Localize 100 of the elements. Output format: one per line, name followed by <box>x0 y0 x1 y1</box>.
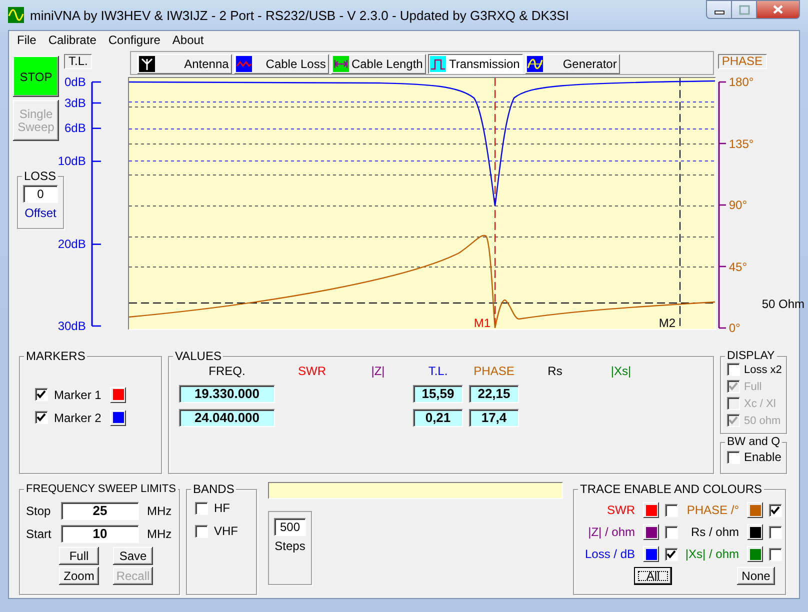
unit-label: MHz <box>147 527 172 541</box>
value-field: 24.040.000 <box>179 409 275 427</box>
panel-title: BW and Q <box>727 436 780 448</box>
offset-field[interactable]: 0 <box>23 185 58 203</box>
trace-checkbox[interactable] <box>665 548 678 560</box>
value-field: 19.330.000 <box>179 385 275 403</box>
panel-title: FREQUENCY SWEEP LIMITS <box>26 483 176 495</box>
checkmark-icon <box>727 380 740 393</box>
pulse-icon <box>430 56 446 72</box>
value-field: 0,21 <box>413 409 463 427</box>
axis-label: 10dB <box>58 155 86 168</box>
color-swatch[interactable] <box>110 386 126 402</box>
axis-label: 30dB <box>58 320 86 332</box>
column-header: |Z| <box>370 363 386 379</box>
trace-checkbox[interactable] <box>665 504 678 516</box>
sweep-button[interactable]: Full <box>59 547 99 565</box>
axis-title: PHASE <box>718 54 767 69</box>
menu-item[interactable]: Configure <box>102 32 166 49</box>
trace-label: Rs / ohm <box>690 525 739 539</box>
marker-label: M1 <box>474 317 491 329</box>
color-swatch[interactable] <box>110 410 126 426</box>
trace-button[interactable]: All <box>634 567 672 585</box>
trace-label: |Xs| / ohm <box>685 547 739 561</box>
color-swatch[interactable] <box>643 546 659 562</box>
checkmark-icon <box>35 411 48 424</box>
band-checkbox[interactable]: VHF <box>195 524 256 538</box>
color-swatch[interactable] <box>747 546 763 562</box>
panel-title: LOSS <box>24 169 56 183</box>
close-button[interactable] <box>757 0 800 19</box>
menu-item[interactable]: Calibrate <box>42 32 102 49</box>
axis-title: T.L. <box>64 54 92 69</box>
axis-label: 0° <box>728 322 740 334</box>
tab[interactable]: Generator <box>524 54 620 74</box>
trace-label: PHASE /° <box>686 503 739 517</box>
checkmark-icon <box>769 504 782 516</box>
column-header: Rs <box>546 363 564 379</box>
trace-checkbox[interactable] <box>769 504 782 516</box>
panel-title: MARKERS <box>26 349 86 363</box>
column-header: SWR <box>297 363 327 379</box>
panel-title: VALUES <box>175 349 222 363</box>
maximize-icon <box>738 4 750 14</box>
steps-field[interactable]: 500 <box>274 518 306 536</box>
axis-label: 135° <box>728 138 754 150</box>
trace-checkbox[interactable] <box>769 548 782 560</box>
tab[interactable]: Antenna <box>136 54 232 74</box>
band-checkbox[interactable]: HF <box>195 501 256 515</box>
value-field: 17,4 <box>469 409 519 427</box>
color-swatch[interactable] <box>747 502 763 518</box>
value-field: 22,15 <box>469 385 519 403</box>
double-arrow-icon <box>332 56 349 72</box>
tab[interactable]: Cable Length <box>330 54 426 74</box>
axis-label: 180° <box>728 76 754 88</box>
minimize-button[interactable] <box>706 0 732 19</box>
axis-label: 45° <box>728 260 747 272</box>
marker-checkbox[interactable]: Marker 2 <box>35 410 102 424</box>
color-swatch[interactable] <box>643 502 659 518</box>
wave-icon <box>236 56 252 72</box>
trace-button[interactable]: None <box>737 567 775 585</box>
checkmark-icon <box>727 414 740 427</box>
color-swatch[interactable] <box>643 524 659 540</box>
menu-item[interactable]: About <box>166 32 210 49</box>
tab[interactable]: Transmission <box>428 54 523 74</box>
value-field: 15,59 <box>413 385 463 403</box>
sine-icon <box>526 56 543 72</box>
reference-label: 50 Ohm <box>762 298 805 310</box>
window-title: miniVNA by IW3HEV & IW3IJZ - 2 Port - RS232/USB - V 2.3.0 - Updated by G3RXQ & DK3SI <box>30 8 570 22</box>
column-header: FREQ. <box>208 363 246 379</box>
axis-label: 0dB <box>64 76 86 88</box>
axis-label: 3dB <box>64 96 86 109</box>
frequency-field[interactable]: 10 <box>61 525 139 543</box>
trace-checkbox[interactable] <box>665 526 678 538</box>
column-header: T.L. <box>427 363 449 379</box>
panel-title: BANDS <box>193 482 234 496</box>
offset-label: Offset <box>24 206 58 220</box>
close-icon <box>772 4 784 15</box>
frequency-field[interactable]: 25 <box>61 502 139 520</box>
marker-label: M2 <box>658 317 676 329</box>
checkmark-icon <box>665 548 678 560</box>
stop-button[interactable]: STOP <box>13 56 59 97</box>
tab[interactable]: Cable Loss <box>234 54 329 74</box>
trace-label: Loss / dB <box>584 547 635 561</box>
marker-checkbox[interactable]: Marker 1 <box>35 388 102 402</box>
steps-label: Steps <box>274 539 306 553</box>
antenna-icon <box>138 56 155 72</box>
display-checkbox[interactable]: Loss x2 <box>727 363 786 376</box>
axis-label: 90° <box>728 199 747 211</box>
axis-label: 20dB <box>58 238 86 250</box>
menu-item[interactable]: File <box>11 32 42 49</box>
sweep-button[interactable]: Zoom <box>59 567 99 585</box>
field-label: Start <box>26 527 52 541</box>
checkmark-icon <box>35 388 48 401</box>
panel-title: TRACE ENABLE AND COLOURS <box>580 482 762 496</box>
column-header: PHASE <box>472 363 516 379</box>
sweep-button[interactable]: Save <box>113 547 153 565</box>
color-swatch[interactable] <box>747 524 763 540</box>
trace-label: SWR <box>607 503 635 517</box>
trace-checkbox[interactable] <box>769 526 782 538</box>
unit-label: MHz <box>147 504 172 518</box>
axis-label: 6dB <box>64 122 86 134</box>
trace-label: |Z| / ohm <box>588 525 635 539</box>
